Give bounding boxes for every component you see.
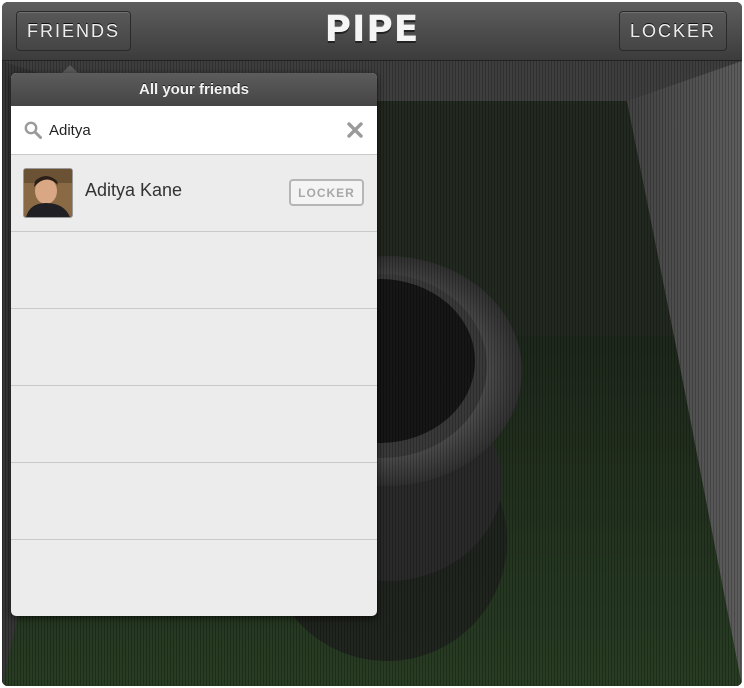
search-row <box>11 106 377 155</box>
search-input[interactable] <box>49 119 339 141</box>
panel-title: All your friends <box>11 73 377 106</box>
friend-locker-button[interactable]: LOCKER <box>289 179 364 206</box>
friends-panel: All your friends Aditya Aditya Kane LOCK… <box>11 73 377 616</box>
empty-row <box>11 386 377 463</box>
avatar <box>23 168 73 218</box>
search-icon <box>24 121 42 144</box>
empty-row <box>11 232 377 309</box>
locker-button[interactable]: LOCKER <box>619 11 727 51</box>
friend-row[interactable]: Aditya Kane LOCKER <box>11 155 377 232</box>
empty-row <box>11 540 377 616</box>
friend-name: Aditya Kane <box>85 180 183 200</box>
empty-row <box>11 309 377 386</box>
app-window: FRIENDS PIPE LOCKER All your friends Adi… <box>2 2 742 686</box>
empty-row <box>11 463 377 540</box>
top-bar: FRIENDS PIPE LOCKER <box>2 2 742 61</box>
close-icon[interactable] <box>347 122 363 143</box>
